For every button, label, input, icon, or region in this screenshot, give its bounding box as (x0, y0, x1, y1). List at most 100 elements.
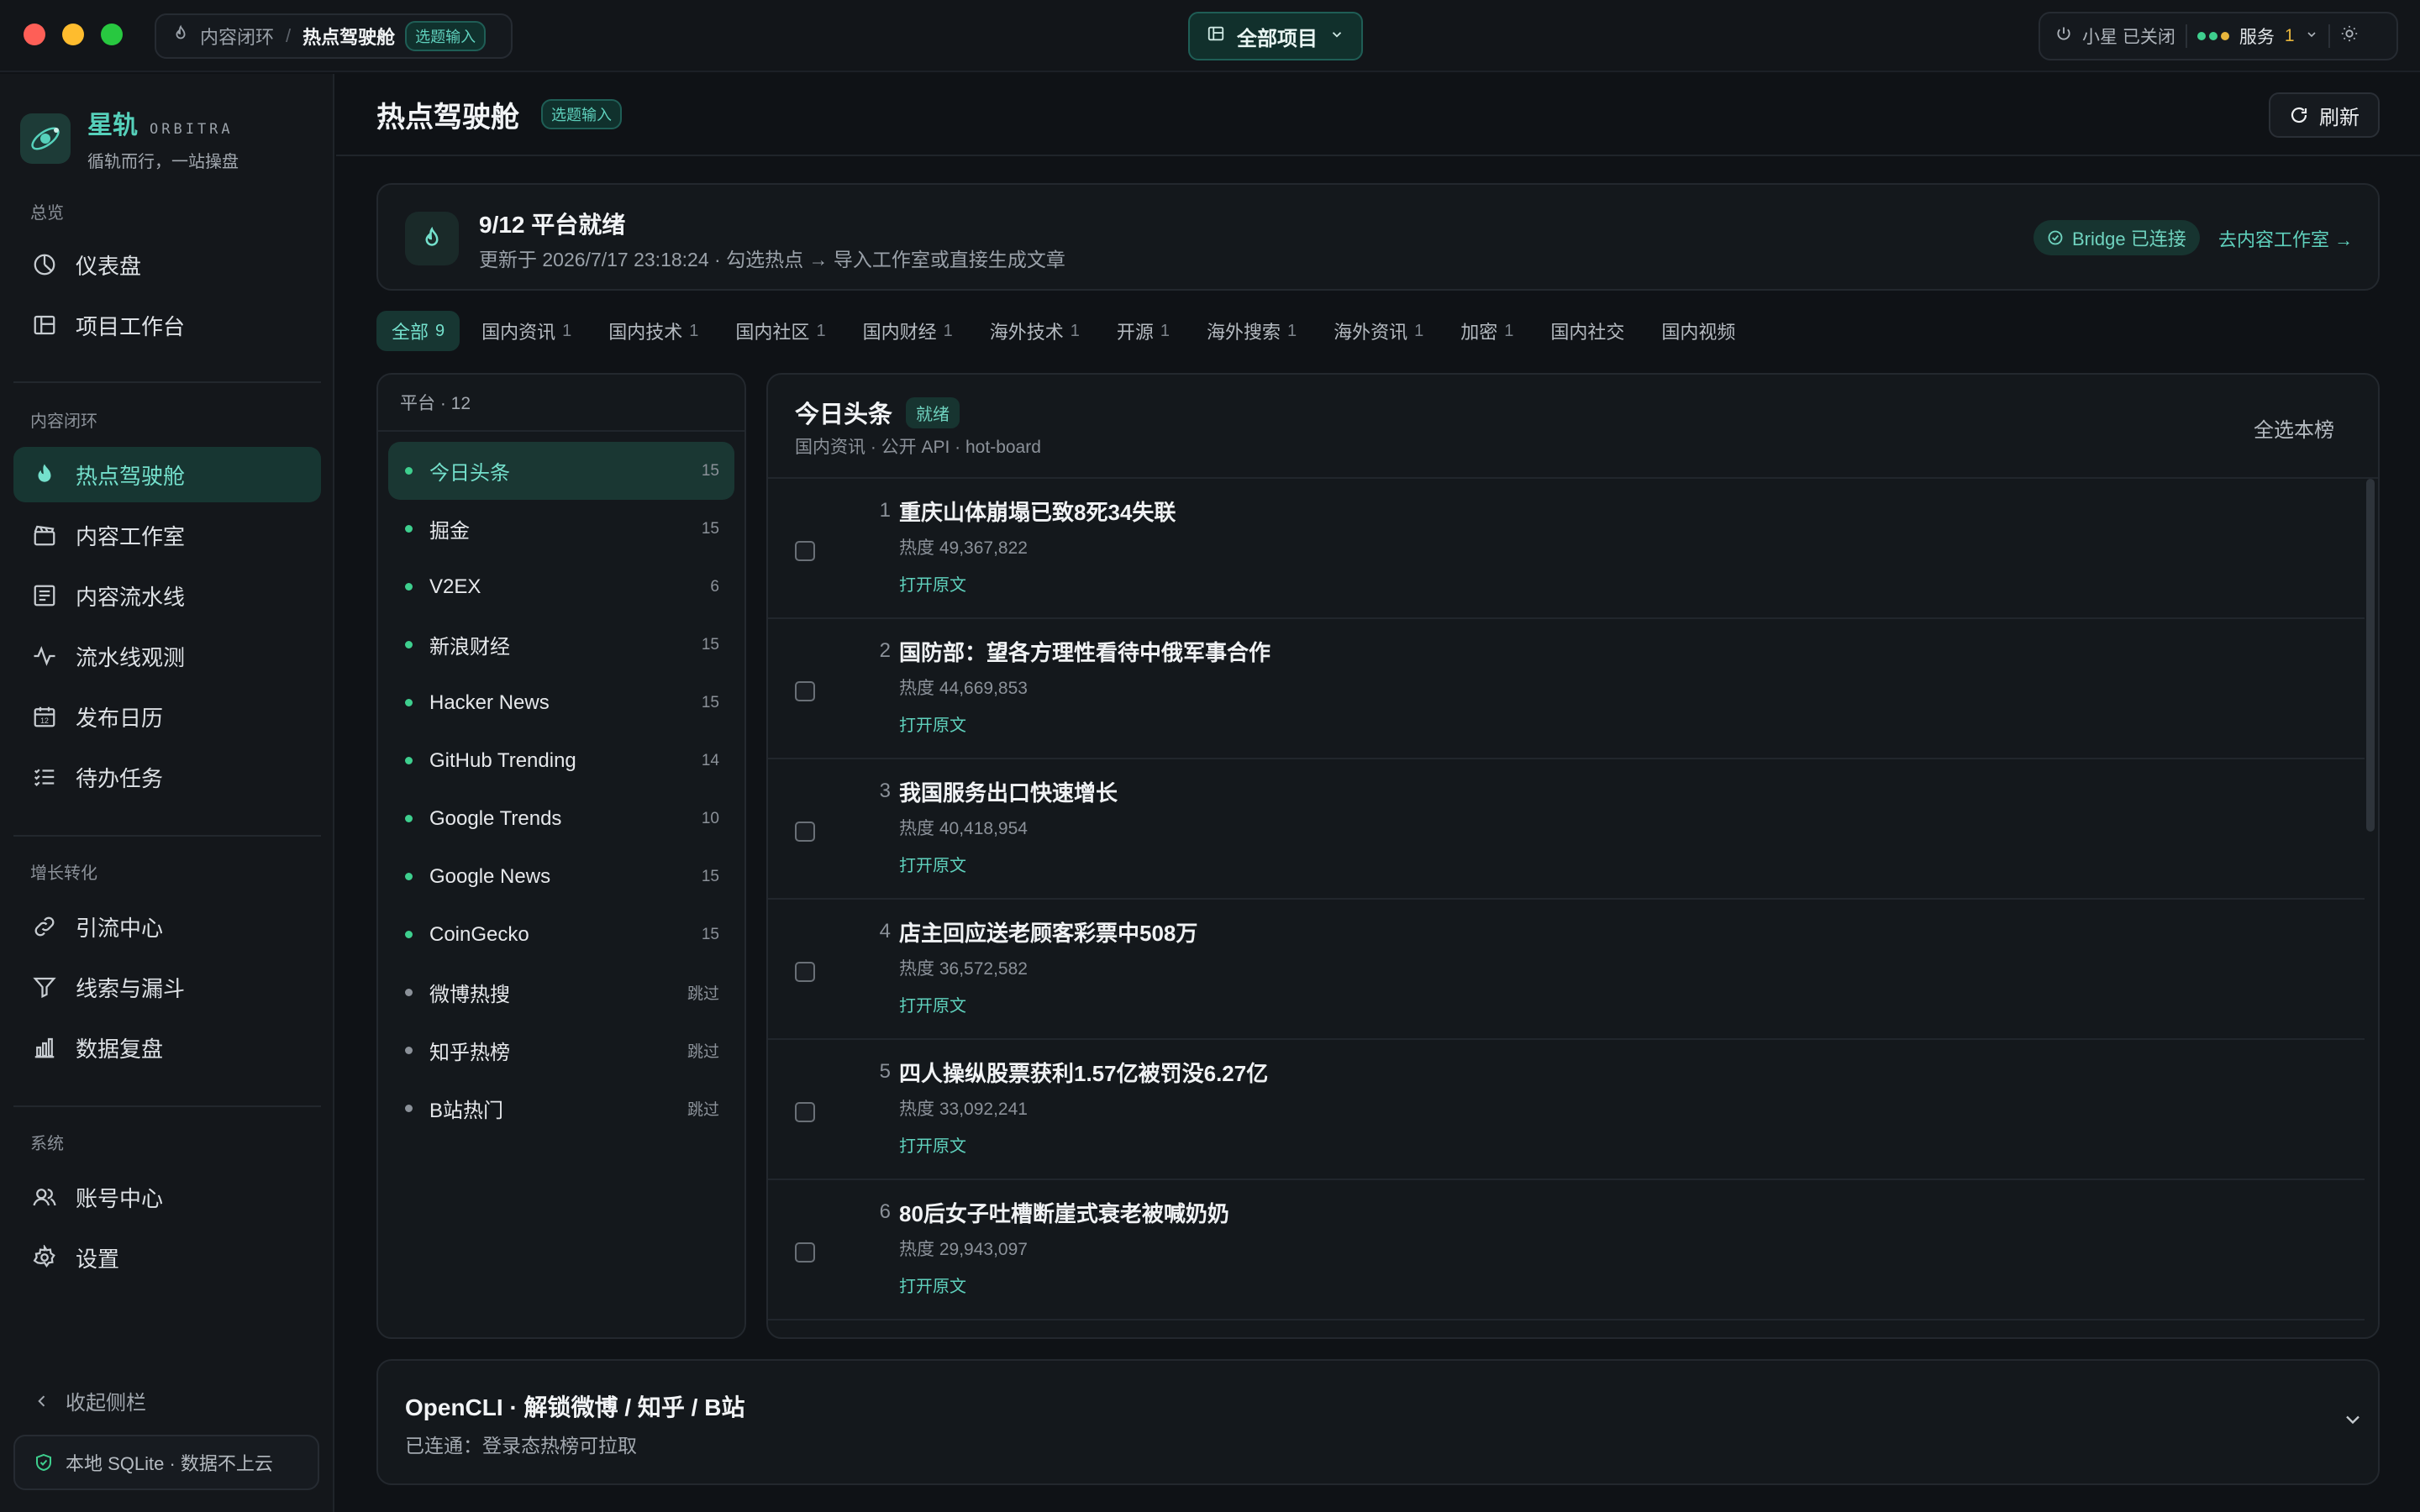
open-original-link[interactable]: 打开原文 (899, 711, 966, 736)
platform-item[interactable]: V2EX 6 (388, 558, 734, 616)
headline-title[interactable]: 国防部：望各方理性看待中俄军事合作 (899, 636, 1270, 667)
list-item: 5 四人操纵股票获利1.57亿被罚没6.27亿 热度 33,092,241 打开原文 (768, 1040, 2365, 1180)
open-original-link[interactable]: 打开原文 (899, 1132, 966, 1157)
heat-value: 热度 44,669,853 (899, 679, 1028, 698)
opencli-card[interactable]: OpenCLI · 解锁微博 / 知乎 / B站 已连通：登录态热榜可拉取 (376, 1359, 2380, 1485)
platform-item[interactable]: B站热门 跳过 (388, 1079, 734, 1137)
platform-item[interactable]: Google News 15 (388, 848, 734, 906)
sidebar-item-label: 数据复盘 (76, 1036, 164, 1062)
tab-domestic-tech[interactable]: 国内技术 1 (593, 311, 713, 351)
status-dot (405, 931, 413, 938)
service-count: 1 (2284, 26, 2295, 45)
platform-item[interactable]: Hacker News 15 (388, 674, 734, 732)
heat-value: 热度 33,092,241 (899, 1100, 1028, 1119)
sidebar-item-label: 内容流水线 (76, 584, 186, 610)
platform-item[interactable]: 今日头条 15 (388, 442, 734, 500)
tab-domestic-community[interactable]: 国内社区 1 (720, 311, 840, 351)
headline-title[interactable]: 重庆山体崩塌已致8死34失联 (899, 496, 1176, 527)
platform-item[interactable]: Google Trends 10 (388, 790, 734, 848)
breadcrumb-badge: 选题输入 (405, 21, 487, 51)
chevron-down-icon[interactable] (2341, 1408, 2365, 1436)
tab-domestic-finance[interactable]: 国内财经 1 (848, 311, 968, 351)
nav-group-growth: 增长转化 引流中心 线索与漏斗 数据复盘 (0, 858, 334, 1075)
tab-domestic-video[interactable]: 国内视频 (1646, 311, 1750, 351)
platform-name: 今日头条 (429, 462, 510, 485)
sidebar-item-content-studio[interactable]: 内容工作室 (13, 507, 321, 563)
bridge-status-badge: Bridge 已连接 (2033, 220, 2200, 255)
collapse-sidebar-button[interactable]: 收起侧栏 (34, 1386, 146, 1415)
checklist-icon (34, 769, 55, 786)
hot-board-header: 今日头条 就绪 国内资讯 · 公开 API · hot-board 全选本榜 (768, 375, 2378, 479)
tab-label: 国内社交 (1550, 322, 1625, 343)
tab-overseas-news[interactable]: 海外资讯 1 (1318, 311, 1439, 351)
tab-domestic-news[interactable]: 国内资讯 1 (466, 311, 587, 351)
open-original-link[interactable]: 打开原文 (899, 571, 966, 596)
open-original-link[interactable]: 打开原文 (899, 852, 966, 876)
flame-icon (38, 464, 51, 482)
list-item: 1 重庆山体崩塌已致8死34失联 热度 49,367,822 打开原文 (768, 479, 2365, 619)
goto-studio-link[interactable]: 去内容工作室 → (2218, 225, 2353, 252)
headline-title[interactable]: 店主回应送老顾客彩票中508万 (899, 916, 1197, 948)
sidebar-item-pipeline-observe[interactable]: 流水线观测 (13, 628, 321, 684)
platform-item[interactable]: 新浪财经 15 (388, 616, 734, 674)
flame-icon (405, 212, 459, 265)
select-checkbox[interactable] (795, 822, 815, 842)
power-icon[interactable] (2055, 25, 2072, 47)
window-close-button[interactable] (24, 24, 45, 45)
sidebar-item-dashboard[interactable]: 仪表盘 (13, 237, 321, 292)
service-label[interactable]: 服务 (2239, 24, 2275, 49)
sidebar-item-publish-calendar[interactable]: 12 发布日历 (13, 689, 321, 744)
project-select[interactable]: 全部项目 (1188, 12, 1363, 60)
sidebar-item-pipeline[interactable]: 内容流水线 (13, 568, 321, 623)
window-zoom-button[interactable] (101, 24, 123, 45)
sidebar-item-data-review[interactable]: 数据复盘 (13, 1020, 321, 1075)
platform-panel: 平台 · 12 今日头条 15 掘金 15 V2EX 6 新浪财经 15 Hacker News… (376, 373, 746, 1339)
select-all-button[interactable]: 全选本榜 (2254, 413, 2334, 443)
workspace-icon (34, 315, 55, 335)
platform-item[interactable]: 微博热搜 跳过 (388, 963, 734, 1021)
refresh-icon (2291, 107, 2307, 123)
tab-domestic-social[interactable]: 国内社交 (1535, 311, 1639, 351)
breadcrumb-item[interactable]: 内容闭环 (200, 23, 274, 50)
breadcrumb-separator: / (286, 25, 292, 46)
sidebar-item-accounts[interactable]: 账号中心 (13, 1169, 321, 1225)
select-checkbox[interactable] (795, 962, 815, 982)
tab-overseas-tech[interactable]: 海外技术 1 (975, 311, 1095, 351)
refresh-button[interactable]: 刷新 (2269, 92, 2380, 138)
tab-all[interactable]: 全部 9 (376, 311, 460, 351)
headline-title[interactable]: 我国服务出口快速增长 (899, 776, 1118, 807)
open-original-link[interactable]: 打开原文 (899, 1273, 966, 1297)
select-checkbox[interactable] (795, 1102, 815, 1122)
platform-item[interactable]: CoinGecko 15 (388, 906, 734, 963)
tab-overseas-search[interactable]: 海外搜索 1 (1192, 311, 1312, 351)
sidebar-item-workspace[interactable]: 项目工作台 (13, 297, 321, 353)
platform-item[interactable]: GitHub Trending 14 (388, 732, 734, 790)
assistant-status[interactable]: 小星 已关闭 (2082, 24, 2175, 49)
tab-open-source[interactable]: 开源 1 (1102, 311, 1185, 351)
status-dot (405, 699, 413, 706)
tab-crypto[interactable]: 加密 1 (1445, 311, 1528, 351)
platform-item[interactable]: 知乎热榜 跳过 (388, 1021, 734, 1079)
scrollbar-thumb[interactable] (2366, 479, 2375, 832)
sidebar-item-traffic-center[interactable]: 引流中心 (13, 899, 321, 954)
select-checkbox[interactable] (795, 1242, 815, 1263)
sidebar-item-settings[interactable]: 设置 (13, 1230, 321, 1285)
service-dots (2196, 32, 2229, 40)
window-minimize-button[interactable] (62, 24, 84, 45)
link-icon (34, 916, 55, 937)
sidebar-item-leads-funnel[interactable]: 线索与漏斗 (13, 959, 321, 1015)
sidebar-item-todo[interactable]: 待办任务 (13, 749, 321, 805)
headline-title[interactable]: 四人操纵股票获利1.57亿被罚没6.27亿 (899, 1057, 1268, 1088)
sidebar: 星轨 ORBITRA 循轨而行，一站操盘 总览 仪表盘 项目工作台 内容闭环 热点… (0, 74, 334, 1512)
select-checkbox[interactable] (795, 681, 815, 701)
chevron-down-icon[interactable] (2305, 26, 2318, 46)
open-original-link[interactable]: 打开原文 (899, 992, 966, 1016)
headline-title[interactable]: 80后女子吐槽断崖式衰老被喊奶奶 (899, 1197, 1229, 1228)
list-icon (34, 585, 55, 606)
platform-item[interactable]: 掘金 15 (388, 500, 734, 558)
sidebar-item-hot-cockpit[interactable]: 热点驾驶舱 (13, 447, 321, 502)
sun-icon[interactable] (2340, 24, 2359, 48)
opencli-title: OpenCLI · 解锁微博 / 知乎 / B站 (405, 1394, 745, 1420)
select-checkbox[interactable] (795, 541, 815, 561)
hot-board-title-row: 今日头条 就绪 (795, 395, 960, 430)
